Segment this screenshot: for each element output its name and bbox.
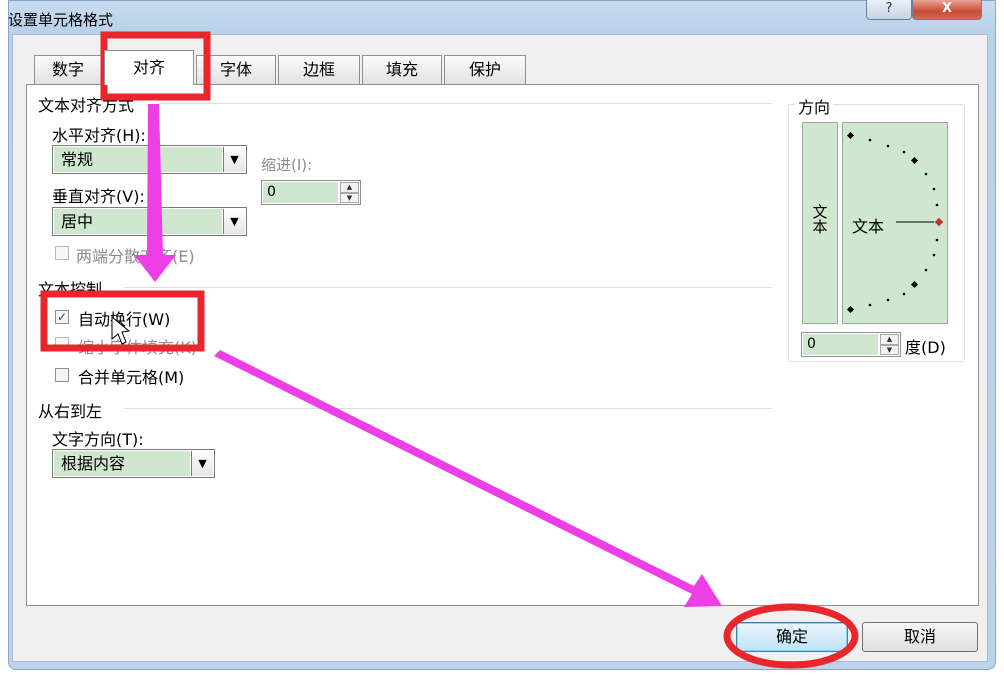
chevron-down-icon[interactable]: ▼ — [223, 209, 245, 234]
close-icon: X — [941, 1, 953, 16]
dial-diamond-mark — [846, 131, 855, 140]
dial-dot — [886, 298, 890, 302]
wrap-text-checkbox[interactable]: ✓ — [55, 310, 69, 324]
horizontal-align-label: 水平对齐(H): — [52, 126, 146, 145]
degree-stepper[interactable]: 0 ▲ ▼ — [801, 332, 901, 357]
justify-distributed-label: 两端分散对齐(E) — [76, 247, 195, 266]
degree-spin-buttons[interactable]: ▲ ▼ — [880, 334, 899, 355]
dial-dot — [932, 253, 936, 257]
vertical-align-label: 垂直对齐(V): — [52, 187, 145, 206]
indent-value[interactable]: 0 — [263, 182, 338, 203]
orientation-group-label: 方向 — [795, 94, 834, 118]
dial-dot — [932, 187, 936, 191]
vertical-align-select[interactable]: 居中 ▼ — [52, 207, 247, 236]
help-icon: ? — [885, 1, 893, 16]
dial-dot — [886, 144, 890, 148]
dial-text-label: 文本 — [852, 217, 885, 236]
dialog-title: 设置单元格格式 — [8, 11, 114, 29]
group-divider — [124, 408, 772, 409]
justify-distributed-checkbox[interactable] — [55, 246, 69, 260]
dial-dot — [868, 138, 872, 142]
dial-diamond-mark — [846, 305, 855, 314]
horizontal-align-value: 常规 — [54, 147, 222, 172]
indent-stepper[interactable]: 0 ▲ ▼ — [261, 180, 361, 205]
group-divider — [158, 103, 772, 104]
text-control-group-label: 文本控制 — [38, 280, 103, 299]
dial-diamond-mark — [910, 156, 919, 165]
indent-spin-buttons[interactable]: ▲ ▼ — [340, 182, 359, 203]
ok-button[interactable]: 确定 — [736, 622, 848, 652]
spin-down-icon[interactable]: ▼ — [340, 192, 359, 203]
cancel-button[interactable]: 取消 — [862, 622, 978, 652]
spin-up-icon[interactable]: ▲ — [340, 182, 359, 193]
shrink-to-fit-checkbox[interactable] — [55, 337, 69, 351]
text-direction-label: 文字方向(T): — [52, 430, 144, 449]
degree-value[interactable]: 0 — [803, 334, 878, 355]
text-alignment-group-label: 文本对齐方式 — [38, 96, 135, 115]
dial-dot — [924, 268, 928, 272]
tab-number[interactable]: 数字 — [34, 55, 102, 84]
merge-cells-label[interactable]: 合并单元格(M) — [78, 364, 184, 388]
checkmark-icon: ✓ — [56, 310, 68, 324]
group-divider — [124, 287, 772, 288]
dial-diamond-mark — [910, 280, 919, 289]
dial-dot — [868, 303, 872, 307]
close-button[interactable]: X — [912, 0, 982, 20]
dial-dot — [902, 292, 906, 296]
degree-label: 度(D) — [905, 338, 946, 357]
tab-border[interactable]: 边框 — [278, 55, 360, 84]
dial-dot — [924, 172, 928, 176]
dial-dot — [935, 203, 939, 207]
tab-protection[interactable]: 保护 — [444, 55, 526, 84]
vertical-text-label: 文本 — [812, 203, 828, 236]
dial-pointer-handle — [934, 217, 944, 227]
spin-down-icon[interactable]: ▼ — [880, 344, 899, 355]
tab-fill[interactable]: 填充 — [362, 55, 442, 84]
right-to-left-group-label: 从右到左 — [38, 402, 103, 421]
chevron-down-icon[interactable]: ▼ — [191, 451, 213, 476]
chevron-down-icon[interactable]: ▼ — [223, 147, 245, 172]
text-direction-value: 根据内容 — [54, 451, 190, 476]
shrink-to-fit-label: 缩小字体填充(K) — [78, 338, 197, 357]
help-button[interactable]: ? — [866, 0, 912, 20]
tab-alignment[interactable]: 对齐 — [104, 50, 194, 85]
spin-up-icon[interactable]: ▲ — [880, 334, 899, 345]
dial-dot — [902, 150, 906, 154]
vertical-align-value: 居中 — [54, 209, 222, 234]
indent-label: 缩进(I): — [261, 156, 313, 174]
dial-dot — [935, 238, 939, 242]
horizontal-align-select[interactable]: 常规 ▼ — [52, 145, 247, 174]
wrap-text-label[interactable]: 自动换行(W) — [78, 306, 170, 330]
merge-cells-checkbox[interactable] — [55, 368, 69, 382]
tab-font[interactable]: 字体 — [196, 55, 276, 84]
text-direction-select[interactable]: 根据内容 ▼ — [52, 449, 215, 478]
